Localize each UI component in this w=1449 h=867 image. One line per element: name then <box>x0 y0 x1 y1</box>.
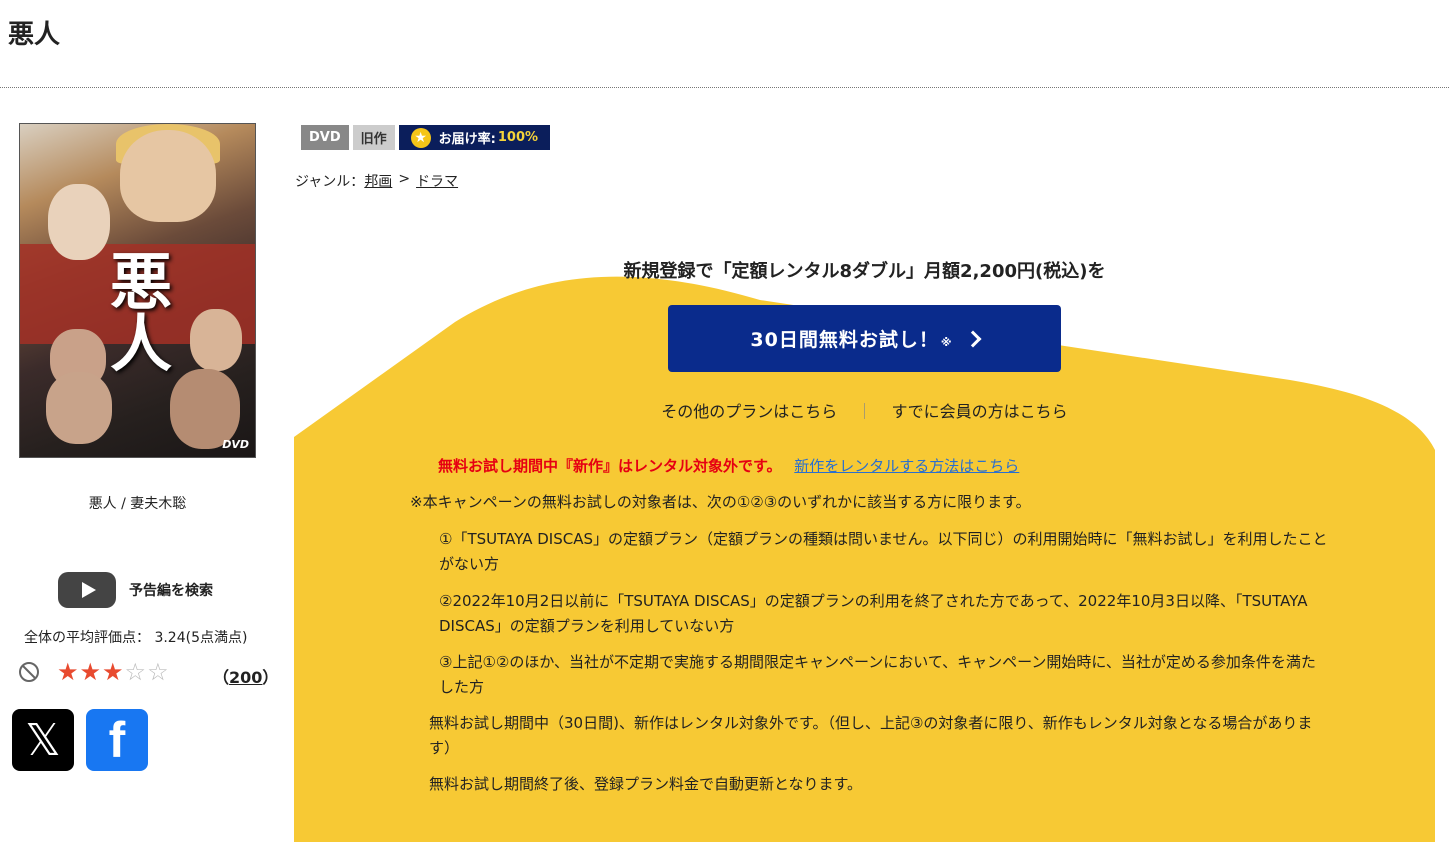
campaign-note: ③上記①②のほか、当社が不定期で実施する期間限定キャンペーンにおいて、キャンペー… <box>439 653 1316 696</box>
campaign-note: ①「TSUTAYA DISCAS」の定額プラン（定額プランの種類は問いません。以… <box>439 530 1328 573</box>
campaign-note: ※本キャンペーンの無料お試しの対象者は、次の①②③のいずれかに該当する方に限りま… <box>410 493 1031 511</box>
link-divider: ｜ <box>856 402 873 421</box>
campaign-note: 無料お試し期間終了後、登録プラン料金で自動更新となります。 <box>429 775 863 793</box>
plan-links: その他のプランはこちら ｜ すでに会員の方はこちら <box>294 398 1435 422</box>
member-login-link[interactable]: すでに会員の方はこちら <box>892 402 1068 421</box>
new-release-warning: 無料お試し期間中『新作』はレンタル対象外です。 新作をレンタルする方法はこちら <box>438 455 1019 476</box>
free-trial-button[interactable]: 30日間無料お試し！ ※ <box>668 305 1061 372</box>
promo-headline: 新規登録で「定額レンタル8ダブル」月額2,200円(税込)を <box>623 261 1106 282</box>
campaign-note: 無料お試し期間中（30日間)、新作はレンタル対象外です。（但し、上記③の対象者に… <box>429 714 1313 757</box>
warning-text: 無料お試し期間中『新作』はレンタル対象外です。 <box>438 457 782 475</box>
new-release-rental-link[interactable]: 新作をレンタルする方法はこちら <box>794 457 1019 475</box>
other-plans-link[interactable]: その他のプランはこちら <box>661 402 837 421</box>
chevron-right-icon <box>964 330 982 347</box>
campaign-note: ②2022年10月2日以前に「TSUTAYA DISCAS」の定額プランの利用を… <box>439 592 1308 635</box>
